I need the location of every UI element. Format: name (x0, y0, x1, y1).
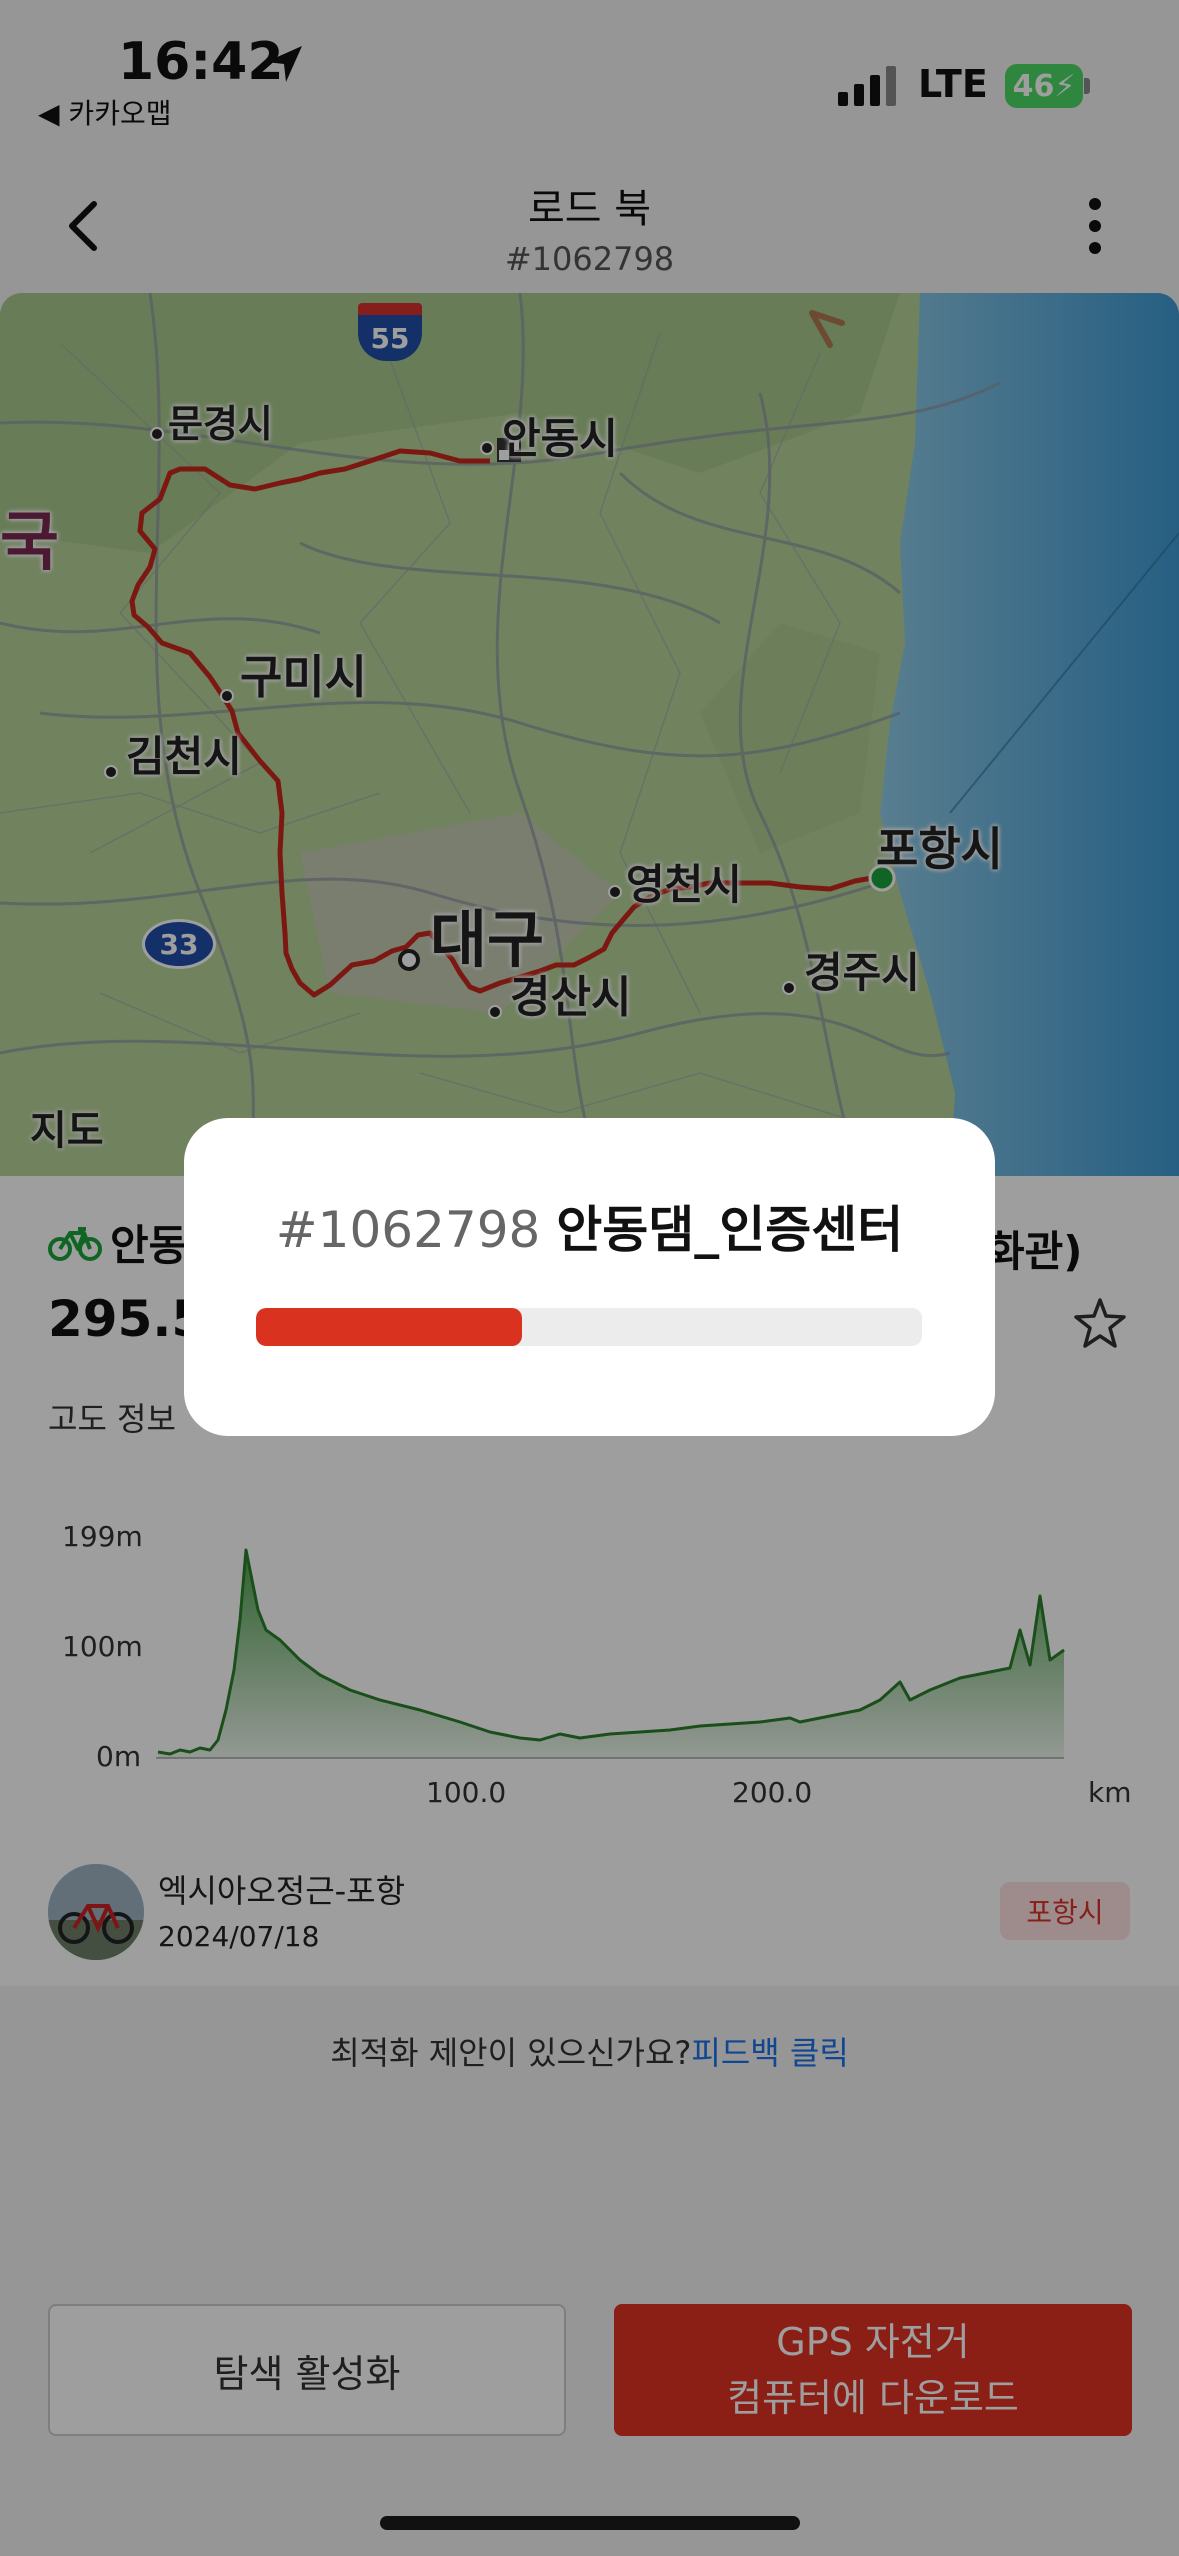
loading-dialog-title: #1062798 안동댐_인증센터 (184, 1190, 995, 1262)
progress-bar (256, 1308, 922, 1346)
checkpoint-name: 안동댐_인증센터 (556, 1201, 904, 1259)
home-indicator[interactable] (380, 2516, 800, 2530)
progress-fill (256, 1308, 523, 1346)
loading-dialog: #1062798 안동댐_인증센터 (184, 1118, 995, 1436)
route-id: #1062798 (275, 1201, 541, 1259)
